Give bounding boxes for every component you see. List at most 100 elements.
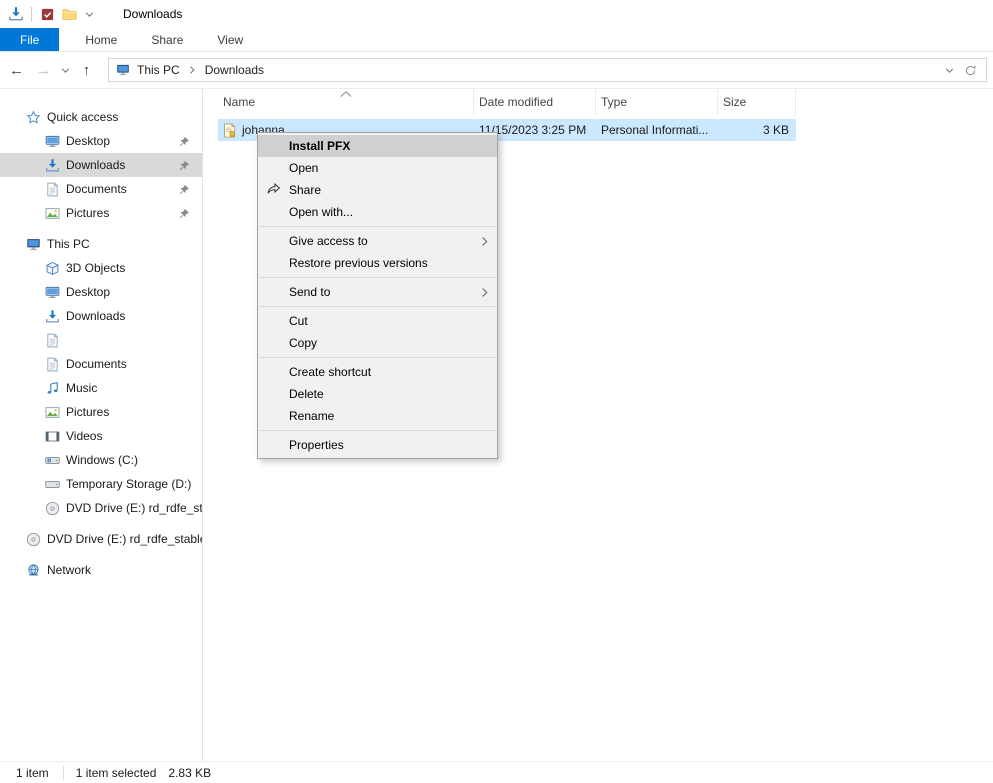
- menu-item-properties[interactable]: Properties: [258, 434, 497, 456]
- status-bar: 1 item 1 item selected 2.83 KB: [0, 761, 993, 783]
- pin-icon: [179, 208, 190, 219]
- document-icon: [45, 182, 60, 197]
- submenu-arrow-icon: [481, 287, 488, 298]
- sidebar-thispc-music[interactable]: Music: [0, 376, 202, 400]
- sidebar-section-gap: [0, 551, 202, 558]
- pictures-icon: [45, 206, 60, 221]
- refresh-icon[interactable]: [964, 64, 977, 77]
- menu-item-cut[interactable]: Cut: [258, 310, 497, 332]
- videos-icon: [45, 429, 60, 444]
- sidebar-thispc-documents[interactable]: Documents: [0, 352, 202, 376]
- menu-item-copy[interactable]: Copy: [258, 332, 497, 354]
- pictures-icon: [45, 405, 60, 420]
- menu-item-open-with[interactable]: Open with...: [258, 201, 497, 223]
- status-items-count: 1 item: [16, 766, 49, 780]
- sidebar-this-pc[interactable]: This PC: [0, 232, 202, 256]
- new-folder-icon: [62, 7, 77, 22]
- menu-item-share[interactable]: Share: [258, 179, 497, 201]
- sidebar-quick-access-desktop[interactable]: Desktop: [0, 129, 202, 153]
- submenu-arrow-icon: [481, 236, 488, 247]
- menu-item-rename[interactable]: Rename: [258, 405, 497, 427]
- properties-qat-button[interactable]: [36, 3, 58, 25]
- file-size: 3 KB: [718, 123, 796, 137]
- quick-access-label: Quick access: [47, 110, 118, 124]
- up-button[interactable]: ↑: [73, 62, 100, 79]
- menu-item-restore-previous-versions[interactable]: Restore previous versions: [258, 252, 497, 274]
- properties-check-icon: [40, 7, 55, 22]
- sort-ascending-icon: [340, 91, 352, 97]
- ribbon-tabs: File Home Share View: [0, 28, 993, 52]
- sidebar-thispc-temporary-storage-d[interactable]: Temporary Storage (D:): [0, 472, 202, 496]
- sidebar-thispc-3d-objects[interactable]: 3D Objects: [0, 256, 202, 280]
- this-pc-icon: [26, 237, 41, 252]
- titlebar: Downloads: [0, 0, 993, 28]
- column-header-size[interactable]: Size: [718, 89, 796, 115]
- chevron-down-icon: [85, 12, 94, 17]
- tab-home[interactable]: Home: [68, 28, 134, 51]
- menu-item-delete[interactable]: Delete: [258, 383, 497, 405]
- sidebar-thispc-downloads[interactable]: Downloads: [0, 304, 202, 328]
- breadcrumb-chevron-icon[interactable]: [188, 65, 197, 75]
- pin-icon: [179, 136, 190, 147]
- sidebar-thispc-dvd-drive-e[interactable]: DVD Drive (E:) rd_rdfe_stable: [0, 496, 202, 520]
- tab-view[interactable]: View: [200, 28, 260, 51]
- sidebar-thispc-unnamed[interactable]: [0, 328, 202, 352]
- drive-icon: [45, 477, 60, 492]
- menu-item-open[interactable]: Open: [258, 157, 497, 179]
- breadcrumb-downloads[interactable]: Downloads: [198, 63, 271, 77]
- new-folder-qat-button[interactable]: [58, 3, 80, 25]
- sidebar-thispc-windows-c[interactable]: Windows (C:): [0, 448, 202, 472]
- back-button[interactable]: ←: [3, 62, 30, 79]
- pin-icon: [179, 160, 190, 171]
- sidebar-network[interactable]: Network: [0, 558, 202, 582]
- sidebar-quick-access-documents[interactable]: Documents: [0, 177, 202, 201]
- breadcrumb-this-pc[interactable]: This PC: [130, 63, 187, 77]
- menu-item-give-access-to[interactable]: Give access to: [258, 230, 497, 252]
- music-icon: [45, 381, 60, 396]
- sidebar-thispc-desktop[interactable]: Desktop: [0, 280, 202, 304]
- column-header-name[interactable]: Name: [218, 89, 474, 115]
- menu-separator: [259, 430, 496, 431]
- pin-icon: [179, 184, 190, 195]
- menu-item-install-pfx[interactable]: Install PFX: [258, 135, 497, 157]
- sidebar-section-gap: [0, 520, 202, 527]
- tab-share[interactable]: Share: [134, 28, 200, 51]
- qat-separator: [31, 7, 32, 22]
- sidebar-thispc-videos[interactable]: Videos: [0, 424, 202, 448]
- downloads-app-icon: [5, 3, 27, 25]
- downloads-icon: [45, 158, 60, 173]
- sidebar-quick-access-pictures[interactable]: Pictures: [0, 201, 202, 225]
- menu-separator: [259, 306, 496, 307]
- desktop-icon: [45, 285, 60, 300]
- menu-separator: [259, 226, 496, 227]
- status-selected-size: 2.83 KB: [168, 766, 211, 780]
- menu-item-create-shortcut[interactable]: Create shortcut: [258, 361, 497, 383]
- windows-drive-icon: [45, 453, 60, 468]
- tab-file[interactable]: File: [0, 28, 59, 51]
- quick-access-star-icon: [26, 110, 41, 125]
- menu-separator: [259, 357, 496, 358]
- sidebar-quick-access-downloads[interactable]: Downloads: [0, 153, 202, 177]
- customize-qat-chevron[interactable]: [81, 12, 97, 17]
- 3d-objects-icon: [45, 261, 60, 276]
- column-header-date-modified[interactable]: Date modified: [474, 89, 596, 115]
- menu-item-send-to[interactable]: Send to: [258, 281, 497, 303]
- forward-button[interactable]: →: [30, 62, 57, 79]
- sidebar-quick-access[interactable]: Quick access: [0, 105, 202, 129]
- sidebar-section-gap: [0, 225, 202, 232]
- column-header-type[interactable]: Type: [596, 89, 718, 115]
- desktop-icon: [45, 134, 60, 149]
- address-bar[interactable]: This PC Downloads: [108, 58, 987, 82]
- column-headers: Name Date modified Type Size: [218, 89, 993, 115]
- network-icon: [26, 563, 41, 578]
- status-divider: [63, 766, 64, 780]
- address-dropdown-chevron[interactable]: [945, 68, 954, 73]
- status-selected-count: 1 item selected: [76, 766, 157, 780]
- dvd-drive-icon: [45, 501, 60, 516]
- document-icon: [45, 333, 60, 348]
- sidebar-thispc-pictures[interactable]: Pictures: [0, 400, 202, 424]
- recent-locations-chevron[interactable]: [57, 68, 73, 73]
- sidebar-dvd-drive-e[interactable]: DVD Drive (E:) rd_rdfe_stable.T: [0, 527, 202, 551]
- menu-separator: [259, 277, 496, 278]
- window-title: Downloads: [123, 7, 182, 21]
